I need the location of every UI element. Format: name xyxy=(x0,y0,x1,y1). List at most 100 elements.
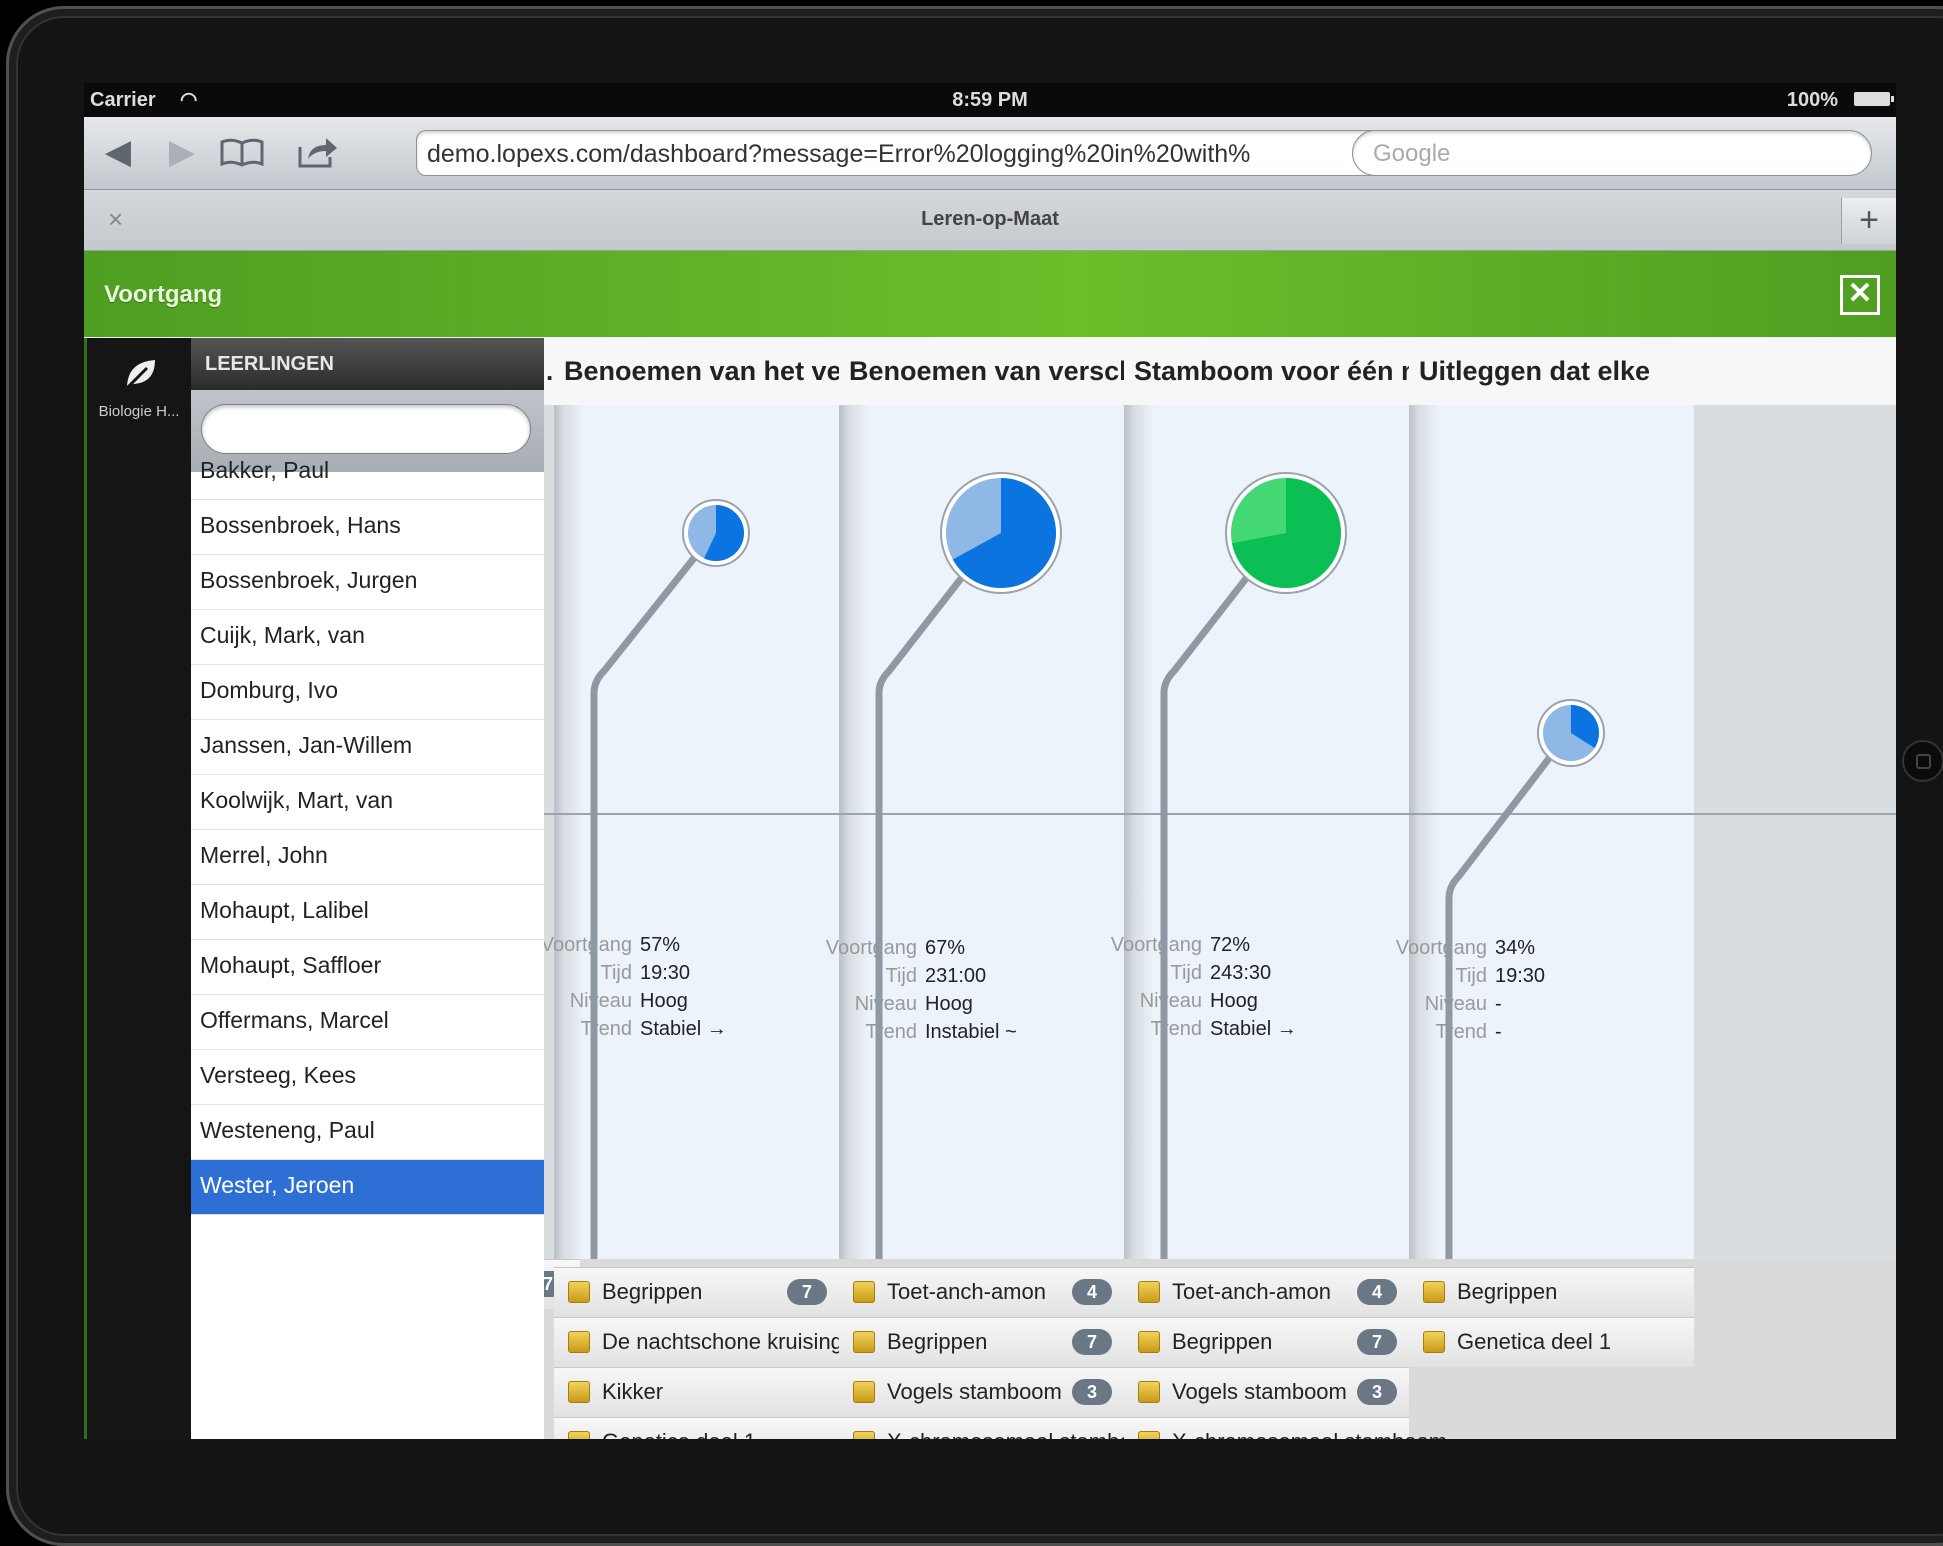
student-item[interactable]: Mohaupt, Lalibel xyxy=(191,885,544,940)
app-header: Voortgang ✕ xyxy=(84,251,1896,337)
item-count-badge: 3 xyxy=(1357,1379,1397,1405)
stat-label: Niveau xyxy=(854,993,917,1015)
stat-row-time: Tijd 231:00 xyxy=(779,962,1017,990)
activity-label: Genetica deel 1 xyxy=(1457,1329,1612,1354)
stat-label: Voortgang xyxy=(825,937,917,959)
folder-icon xyxy=(1138,1281,1160,1303)
student-item[interactable]: Merrel, John xyxy=(191,830,544,885)
student-item[interactable]: Wester, Jeroen xyxy=(191,1160,544,1215)
url-text: demo.lopexs.com/dashboard?message=Error%… xyxy=(427,140,1251,168)
stat-value: 231:00 xyxy=(925,965,987,987)
activity-label: Kikker xyxy=(602,1379,664,1404)
activity-label: De nachtschone kruising xyxy=(602,1329,843,1354)
activity-label: Begrippen xyxy=(602,1279,703,1304)
stat-row-trend: Trend Instabiel ~ xyxy=(779,1018,1017,1046)
student-item[interactable]: Bossenbroek, Jurgen xyxy=(191,555,544,610)
activity-label: X-chromosomaal stamboom xyxy=(887,1429,1162,1439)
stat-label: Niveau xyxy=(1139,990,1202,1012)
folder-icon xyxy=(1138,1331,1160,1353)
bookmarks-icon[interactable] xyxy=(214,129,270,175)
search-input[interactable]: Google xyxy=(1352,130,1872,176)
activity-item[interactable]: Toet-anch-amon 4 xyxy=(839,1267,1124,1317)
activity-item[interactable]: Begrippen xyxy=(1409,1267,1694,1317)
folder-icon xyxy=(568,1331,590,1353)
status-bar: Carrier ◠ 8:59 PM 100% xyxy=(84,83,1896,117)
activity-item[interactable]: Begrippen 7 xyxy=(1124,1317,1409,1367)
student-item[interactable]: Bakker, Paul xyxy=(191,445,544,500)
activity-item[interactable]: Toet-anch-amon 4 xyxy=(1124,1267,1409,1317)
student-item[interactable]: Domburg, Ivo xyxy=(191,665,544,720)
screen: Carrier ◠ 8:59 PM 100% ◀ ▶ demo.lopexs.c… xyxy=(84,83,1896,1439)
activity-label: Begrippen xyxy=(1172,1329,1273,1354)
objective-title[interactable]: Benoemen van versch... xyxy=(839,338,1124,405)
activity-item[interactable]: Begrippen 7 xyxy=(554,1267,839,1317)
student-item[interactable]: Westeneng, Paul xyxy=(191,1105,544,1160)
activity-item[interactable]: Genetica deel 1 xyxy=(554,1417,839,1439)
student-item[interactable]: Cuijk, Mark, van xyxy=(191,610,544,665)
activity-item[interactable]: X-chromosomaal stamboom4 xyxy=(839,1417,1162,1439)
folder-icon xyxy=(853,1431,875,1439)
student-item[interactable]: Janssen, Jan-Willem xyxy=(191,720,544,775)
stat-value: Instabiel ~ xyxy=(925,1021,1017,1043)
stat-value: Hoog xyxy=(640,990,688,1012)
tab-title[interactable]: Leren-op-Maat xyxy=(84,208,1896,231)
activity-item[interactable]: Vogels stamboom 3 xyxy=(1124,1367,1409,1417)
forward-icon[interactable]: ▶ xyxy=(154,129,210,175)
stat-row-level: Niveau Hoog xyxy=(544,987,727,1015)
folder-icon xyxy=(1423,1281,1445,1303)
battery-icon xyxy=(1854,92,1894,106)
battery-percent: 100% xyxy=(1786,89,1838,111)
stat-label: Niveau xyxy=(1424,993,1487,1015)
student-item[interactable]: Koolwijk, Mart, van xyxy=(191,775,544,830)
activity-label: Toet-anch-amon xyxy=(887,1279,1046,1304)
leaf-icon[interactable] xyxy=(121,354,161,394)
url-field[interactable]: demo.lopexs.com/dashboard?message=Error%… xyxy=(416,130,1422,176)
new-tab-button[interactable]: + xyxy=(1841,198,1896,244)
folder-icon xyxy=(853,1381,875,1403)
stat-value: Stabiel → xyxy=(640,1018,727,1040)
student-item[interactable]: Versteeg, Kees xyxy=(191,1050,544,1105)
objective-stats: Voortgang 67% Tijd 231:00 Niveau Hoog Trend Ins… xyxy=(779,934,1017,1046)
activity-item[interactable]: X-chromosomaal stamboom4 xyxy=(1124,1417,1447,1439)
folder-icon xyxy=(1138,1431,1160,1439)
objective-stats: Voortgang 57% Tijd 19:30 Niveau Hoog Trend Stab… xyxy=(544,931,727,1043)
folder-icon xyxy=(1423,1331,1445,1353)
stat-label: Tijd xyxy=(1455,965,1487,987)
stat-row-trend: Trend Stabiel → xyxy=(1064,1015,1296,1043)
activity-item[interactable]: De nachtschone kruising xyxy=(554,1317,843,1367)
folder-icon xyxy=(853,1331,875,1353)
partial-column-title: . xyxy=(546,356,554,386)
back-icon[interactable]: ◀ xyxy=(90,129,146,175)
activity-item[interactable]: Genetica deel 1 xyxy=(1409,1317,1694,1367)
activity-item[interactable]: Vogels stamboom 3 xyxy=(839,1367,1124,1417)
course-label[interactable]: Biologie H... xyxy=(87,403,191,420)
objective-title[interactable]: Stamboom voor één m... xyxy=(1124,338,1409,405)
stat-row-time: Tijd 243:30 xyxy=(1064,959,1297,987)
student-item[interactable]: Offermans, Marcel xyxy=(191,995,544,1050)
stat-row-time: Tijd 19:30 xyxy=(544,959,727,987)
objective-title[interactable]: Uitleggen dat elke xyxy=(1409,338,1694,405)
folder-icon xyxy=(1138,1381,1160,1403)
activity-label: Vogels stamboom xyxy=(887,1379,1062,1404)
objective-title[interactable]: Benoemen van het ver... xyxy=(554,338,839,405)
activity-label: Vogels stamboom xyxy=(1172,1379,1347,1404)
stat-label: Trend xyxy=(1435,1021,1487,1043)
stat-row-level: Niveau Hoog xyxy=(779,990,1017,1018)
stat-label: Voortgang xyxy=(1110,934,1202,956)
activity-item[interactable]: Begrippen 7 xyxy=(839,1317,1124,1367)
stat-value: 67% xyxy=(925,937,966,959)
student-item[interactable]: Bossenbroek, Hans xyxy=(191,500,544,555)
close-icon[interactable]: ✕ xyxy=(1840,275,1880,315)
stat-value: - xyxy=(1495,993,1502,1015)
stat-value: 19:30 xyxy=(640,962,691,984)
activity-item[interactable]: Kikker xyxy=(554,1367,839,1417)
item-count-badge: 4 xyxy=(1357,1279,1397,1305)
item-count-badge: 7 xyxy=(1357,1329,1397,1355)
activity-label: Genetica deel 1 xyxy=(602,1429,756,1439)
item-count-badge: 7 xyxy=(1072,1329,1112,1355)
progress-board: . 7 Benoemen van het ver...Voortgang57%T… xyxy=(544,338,1896,1439)
page-title: Voortgang xyxy=(104,281,223,308)
share-icon[interactable] xyxy=(290,129,346,175)
student-item[interactable]: Mohaupt, Saffloer xyxy=(191,940,544,995)
home-button[interactable] xyxy=(1902,740,1943,782)
